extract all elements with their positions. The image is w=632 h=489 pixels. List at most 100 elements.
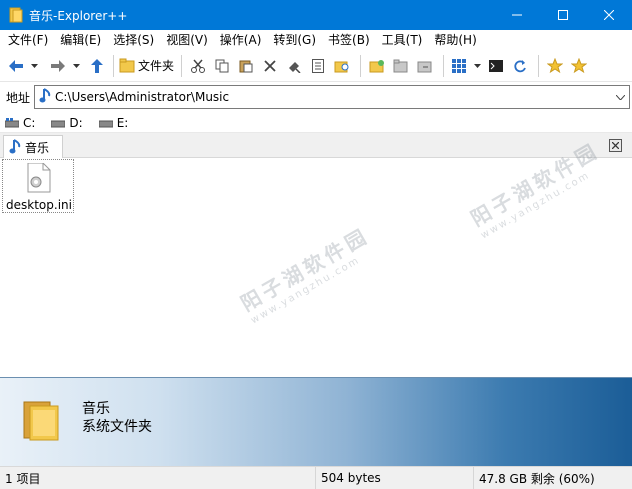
command-prompt-button[interactable] xyxy=(485,54,507,78)
paste-button[interactable] xyxy=(235,54,257,78)
address-input[interactable] xyxy=(55,90,611,104)
arrow-left-icon xyxy=(9,59,23,72)
close-icon xyxy=(612,142,619,149)
status-size: 504 bytes xyxy=(316,466,474,489)
folder-icon xyxy=(22,396,62,445)
file-name: desktop.ini xyxy=(6,198,72,212)
address-label: 地址 xyxy=(6,90,31,105)
info-pane: 音乐 系统文件夹 xyxy=(0,377,632,466)
scissors-icon xyxy=(191,59,206,73)
watermark-url: www.yangzhu.com xyxy=(249,254,363,327)
tab-close-button[interactable] xyxy=(609,139,622,152)
folders-label: 文件夹 xyxy=(138,59,175,73)
tab-music[interactable]: 音乐 xyxy=(3,135,63,158)
add-bookmark-button[interactable] xyxy=(544,54,566,78)
folders-button[interactable]: 文件夹 xyxy=(119,54,174,78)
folder-search-icon xyxy=(334,61,349,72)
bookmarks-button[interactable] xyxy=(568,54,590,78)
properties-icon xyxy=(312,58,325,73)
minimize-button[interactable] xyxy=(494,0,540,30)
toolbar-separator xyxy=(443,54,445,77)
drive-label: C: xyxy=(23,115,36,130)
properties-button[interactable] xyxy=(307,54,329,78)
watermark: 阳子湖软件园 www.yangzhu.com xyxy=(235,220,380,327)
tab-label: 音乐 xyxy=(25,140,50,155)
address-bar: 地址 xyxy=(0,83,632,111)
views-dropdown[interactable] xyxy=(471,54,483,78)
address-box[interactable] xyxy=(34,85,630,109)
drive-icon xyxy=(98,120,113,127)
window-title: 音乐-Explorer++ xyxy=(29,8,128,23)
title-bar[interactable]: 音乐-Explorer++ xyxy=(0,0,632,30)
status-free-space: 47.8 GB 剩余 (60%) xyxy=(479,471,595,486)
terminal-icon xyxy=(489,59,504,72)
menu-bookmarks[interactable]: 书签(B) xyxy=(322,30,376,50)
paste-icon xyxy=(239,60,253,72)
folder-icon xyxy=(9,7,23,23)
star-icon xyxy=(571,57,588,73)
drive-c[interactable]: C: xyxy=(5,116,35,130)
chevron-down-icon xyxy=(473,63,481,68)
menu-tools[interactable]: 工具(T) xyxy=(376,30,429,50)
settings-file-icon xyxy=(27,163,51,193)
menu-view[interactable]: 视图(V) xyxy=(160,30,214,50)
refresh-button[interactable] xyxy=(509,54,531,78)
watermark-text: 阳子湖软件园 xyxy=(236,223,374,316)
address-dropdown[interactable] xyxy=(611,86,629,108)
grid-view-icon xyxy=(452,58,467,73)
back-dropdown[interactable] xyxy=(28,54,40,78)
refresh-icon xyxy=(514,59,526,72)
chevron-down-icon xyxy=(615,94,625,100)
forward-dropdown[interactable] xyxy=(70,54,82,78)
close-button[interactable] xyxy=(586,0,632,30)
search-button[interactable] xyxy=(331,54,353,78)
toolbar-separator xyxy=(113,54,114,77)
up-button[interactable] xyxy=(88,54,106,78)
menu-bar: 文件(F) 编辑(E) 选择(S) 视图(V) 操作(A) 转到(G) 书签(B… xyxy=(0,30,632,50)
cut-button[interactable] xyxy=(187,54,209,78)
menu-action[interactable]: 操作(A) xyxy=(214,30,268,50)
drive-e[interactable]: E: xyxy=(98,115,129,130)
maximize-button[interactable] xyxy=(540,0,586,30)
toolbar: 文件夹 xyxy=(0,50,632,82)
new-folder-button[interactable] xyxy=(366,54,388,78)
back-button[interactable] xyxy=(6,54,26,78)
folder-copy-icon xyxy=(393,59,408,72)
copy-to-button[interactable] xyxy=(390,54,412,78)
arrow-up-icon xyxy=(91,58,103,73)
eraser-icon xyxy=(289,61,301,73)
list-item[interactable]: desktop.ini xyxy=(2,159,74,213)
close-icon xyxy=(604,10,614,20)
folder-move-icon xyxy=(417,61,432,72)
tab-bar: 音乐 xyxy=(0,133,632,158)
status-bar: 1 项目 504 bytes 47.8 GB 剩余 (60%) xyxy=(0,466,632,489)
chevron-down-icon xyxy=(72,63,80,68)
minimize-icon xyxy=(512,14,522,16)
delete-permanently-button[interactable] xyxy=(283,54,305,78)
forward-button[interactable] xyxy=(48,54,68,78)
copy-icon xyxy=(215,59,229,72)
info-item-type: 系统文件夹 xyxy=(82,419,152,435)
maximize-icon xyxy=(558,10,568,20)
music-note-icon xyxy=(39,87,51,107)
toolbar-separator xyxy=(538,54,540,77)
move-to-button[interactable] xyxy=(414,54,436,78)
delete-button[interactable] xyxy=(259,54,281,78)
watermark-url: www.yangzhu.com xyxy=(479,169,593,242)
file-list[interactable]: desktop.ini 阳子湖软件园 www.yangzhu.com 阳子湖软件… xyxy=(0,138,632,377)
drive-d[interactable]: D: xyxy=(51,116,83,130)
menu-file[interactable]: 文件(F) xyxy=(2,30,54,50)
toolbar-separator xyxy=(360,54,362,77)
info-item-name: 音乐 xyxy=(82,401,110,417)
menu-select[interactable]: 选择(S) xyxy=(107,30,160,50)
music-note-icon xyxy=(9,139,21,154)
menu-edit[interactable]: 编辑(E) xyxy=(54,30,107,50)
drive-bar: C: D: E: xyxy=(0,113,632,133)
copy-button[interactable] xyxy=(211,54,233,78)
menu-go[interactable]: 转到(G) xyxy=(267,30,322,50)
drive-windows-icon xyxy=(5,117,19,127)
views-button[interactable] xyxy=(449,54,469,78)
drive-label: E: xyxy=(116,115,129,130)
menu-help[interactable]: 帮助(H) xyxy=(428,30,482,50)
arrow-right-icon xyxy=(51,59,65,72)
